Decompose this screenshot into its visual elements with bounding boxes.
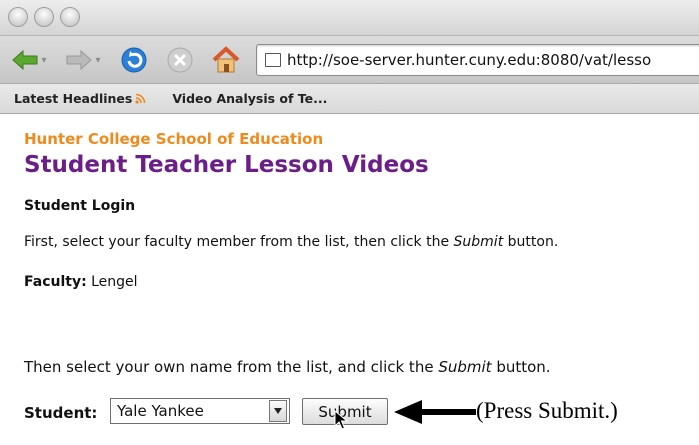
select-arrow-button[interactable]	[269, 400, 287, 422]
bookmark-video-analysis[interactable]: Video Analysis of Te...	[172, 91, 327, 106]
forward-button[interactable]: ▾	[60, 44, 106, 76]
bookmarks-bar: Latest Headlines Video Analysis of Te...	[0, 84, 699, 114]
stop-icon	[167, 47, 193, 73]
home-icon	[212, 46, 240, 73]
page-title: Student Teacher Lesson Videos	[24, 152, 429, 178]
back-arrow-icon	[12, 49, 38, 71]
forward-arrow-icon	[66, 49, 93, 71]
chevron-down-icon: ▾	[95, 54, 101, 66]
section-heading: Student Login	[24, 198, 136, 214]
student-selected-value: Yale Yankee	[117, 402, 204, 420]
chevron-down-icon	[274, 408, 282, 414]
student-label: Student:	[24, 404, 98, 422]
reload-icon	[121, 47, 147, 73]
back-button[interactable]: ▾	[6, 44, 52, 76]
chevron-down-icon: ▾	[41, 54, 47, 66]
address-bar[interactable]: http://soe-server.hunter.cuny.edu:8080/v…	[256, 44, 699, 76]
stop-button[interactable]	[160, 44, 200, 76]
instruction-text: button.	[503, 234, 559, 250]
mouse-cursor-icon	[334, 410, 348, 430]
instruction-emphasis: Submit	[438, 358, 492, 376]
org-name: Hunter College School of Education	[24, 130, 324, 148]
zoom-window-button[interactable]	[60, 7, 80, 27]
reload-button[interactable]	[114, 44, 154, 76]
page-icon	[265, 53, 281, 67]
callout-annotation: (Press Submit.)	[476, 398, 618, 423]
student-select[interactable]: Yale Yankee	[110, 398, 290, 424]
window-titlebar	[0, 0, 699, 36]
bookmark-label: Video Analysis of Te...	[172, 91, 328, 106]
browser-toolbar: ▾ ▾ http://soe-server.hunter.cuny.edu:80…	[0, 36, 699, 84]
instruction-text: Then select your own name from the list,…	[24, 358, 439, 376]
faculty-row: Faculty: Lengel	[24, 274, 138, 290]
instruction-text: First, select your faculty member from t…	[24, 234, 454, 250]
instruction-faculty: First, select your faculty member from t…	[24, 234, 558, 250]
url-text: http://soe-server.hunter.cuny.edu:8080/v…	[287, 51, 652, 69]
instruction-emphasis: Submit	[453, 234, 504, 250]
bookmark-latest-headlines[interactable]: Latest Headlines	[14, 91, 146, 106]
close-window-button[interactable]	[8, 7, 28, 27]
minimize-window-button[interactable]	[34, 7, 54, 27]
bookmark-label: Latest Headlines	[14, 91, 133, 106]
instruction-student: Then select your own name from the list,…	[24, 358, 551, 376]
home-button[interactable]	[206, 44, 246, 76]
student-row: Student: Yale Yankee Submit (Press Submi…	[24, 398, 694, 430]
rss-icon	[135, 93, 146, 104]
faculty-label: Faculty:	[24, 274, 87, 290]
instruction-text: button.	[491, 358, 551, 376]
faculty-value: Lengel	[91, 274, 138, 290]
